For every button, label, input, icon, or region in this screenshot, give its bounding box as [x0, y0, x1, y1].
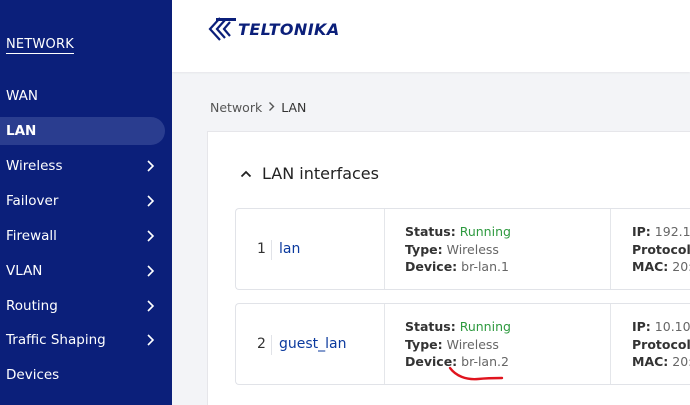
status-value: Running [459, 224, 511, 239]
column-divider [384, 304, 385, 384]
sidebar: NETWORK WAN LAN Wireless Failover Firewall VL… [0, 0, 172, 405]
sidebar-item-routing[interactable]: Routing [0, 292, 172, 320]
status-label: Status: [405, 224, 456, 239]
network-info: IP: 10.10.1 Protocol: S MAC: 20:9 [632, 318, 690, 371]
sidebar-item-label: Traffic Shaping [6, 332, 106, 348]
ip-label: IP: [632, 224, 651, 239]
top-header: TELTONIKA [172, 0, 690, 72]
section-title: LAN interfaces [262, 164, 379, 183]
interface-name-link[interactable]: lan [279, 241, 300, 257]
interface-row-lan[interactable]: 1 lan Status: Running Type: Wireless Dev… [235, 208, 690, 290]
column-divider [384, 209, 385, 289]
protocol-label: Protocol: [632, 241, 690, 257]
teltonika-logo[interactable]: TELTONIKA [206, 15, 340, 43]
status-label: Status: [405, 319, 456, 334]
breadcrumb-network[interactable]: Network [210, 100, 262, 115]
status-value: Running [459, 319, 511, 334]
sidebar-item-label: Routing [6, 298, 58, 314]
chevron-right-icon [147, 160, 155, 172]
status-info: Status: Running Type: Wireless Device: b… [405, 318, 511, 371]
sidebar-item-traffic-shaping[interactable]: Traffic Shaping [0, 326, 172, 354]
sidebar-item-lan[interactable]: LAN [0, 117, 165, 145]
sidebar-item-label: Wireless [6, 158, 63, 174]
sidebar-item-label: Firewall [6, 228, 57, 244]
chevron-right-icon [147, 265, 155, 277]
type-value: Wireless [446, 241, 499, 257]
network-info: IP: 192.168 Protocol: S MAC: 20:9 [632, 223, 690, 276]
mac-label: MAC: [632, 259, 669, 274]
device-value: br-lan.1 [461, 259, 509, 274]
type-label: Type: [405, 241, 443, 257]
type-label: Type: [405, 336, 443, 352]
breadcrumb: Network LAN [210, 100, 306, 115]
mac-value: 20:9 [672, 259, 690, 274]
ip-value: 192.168 [654, 224, 690, 239]
logo-text: TELTONIKA [238, 19, 340, 39]
chevron-right-icon [147, 230, 155, 242]
chevron-up-icon [240, 170, 252, 177]
sidebar-section-title[interactable]: NETWORK [6, 37, 74, 54]
red-underline-annotation [448, 366, 504, 381]
sidebar-item-wan[interactable]: WAN [0, 82, 172, 110]
ip-value: 10.10.1 [654, 319, 690, 334]
row-index: 2 [257, 336, 266, 352]
device-label: Device: [405, 259, 458, 274]
chevron-right-icon [147, 300, 155, 312]
sidebar-item-failover[interactable]: Failover [0, 187, 172, 215]
sidebar-item-label: Failover [6, 193, 59, 209]
sidebar-item-label: VLAN [6, 263, 43, 279]
teltonika-logo-icon [208, 17, 236, 41]
column-divider [610, 304, 611, 384]
chevron-right-icon [147, 334, 155, 346]
lan-interfaces-header[interactable]: LAN interfaces [240, 164, 379, 183]
breadcrumb-chevron-icon [268, 101, 275, 115]
interface-name-link[interactable]: guest_lan [279, 336, 347, 352]
sidebar-item-firewall[interactable]: Firewall [0, 222, 172, 250]
row-divider [271, 240, 272, 260]
sidebar-item-label: Devices [6, 367, 60, 383]
sidebar-section-title-label: NETWORK [6, 37, 74, 54]
chevron-right-icon [147, 195, 155, 207]
sidebar-item-devices[interactable]: Devices [0, 361, 172, 389]
column-divider [610, 209, 611, 289]
sidebar-item-vlan[interactable]: VLAN [0, 257, 172, 285]
sidebar-item-label: LAN [6, 123, 37, 139]
row-divider [271, 335, 272, 355]
mac-label: MAC: [632, 354, 669, 369]
protocol-label: Protocol: [632, 336, 690, 352]
breadcrumb-lan: LAN [281, 100, 307, 115]
type-value: Wireless [446, 336, 499, 352]
row-index: 1 [257, 241, 266, 257]
status-info: Status: Running Type: Wireless Device: b… [405, 223, 511, 276]
sidebar-item-wireless[interactable]: Wireless [0, 152, 172, 180]
ip-label: IP: [632, 319, 651, 334]
sidebar-item-label: WAN [6, 88, 38, 104]
mac-value: 20:9 [672, 354, 690, 369]
